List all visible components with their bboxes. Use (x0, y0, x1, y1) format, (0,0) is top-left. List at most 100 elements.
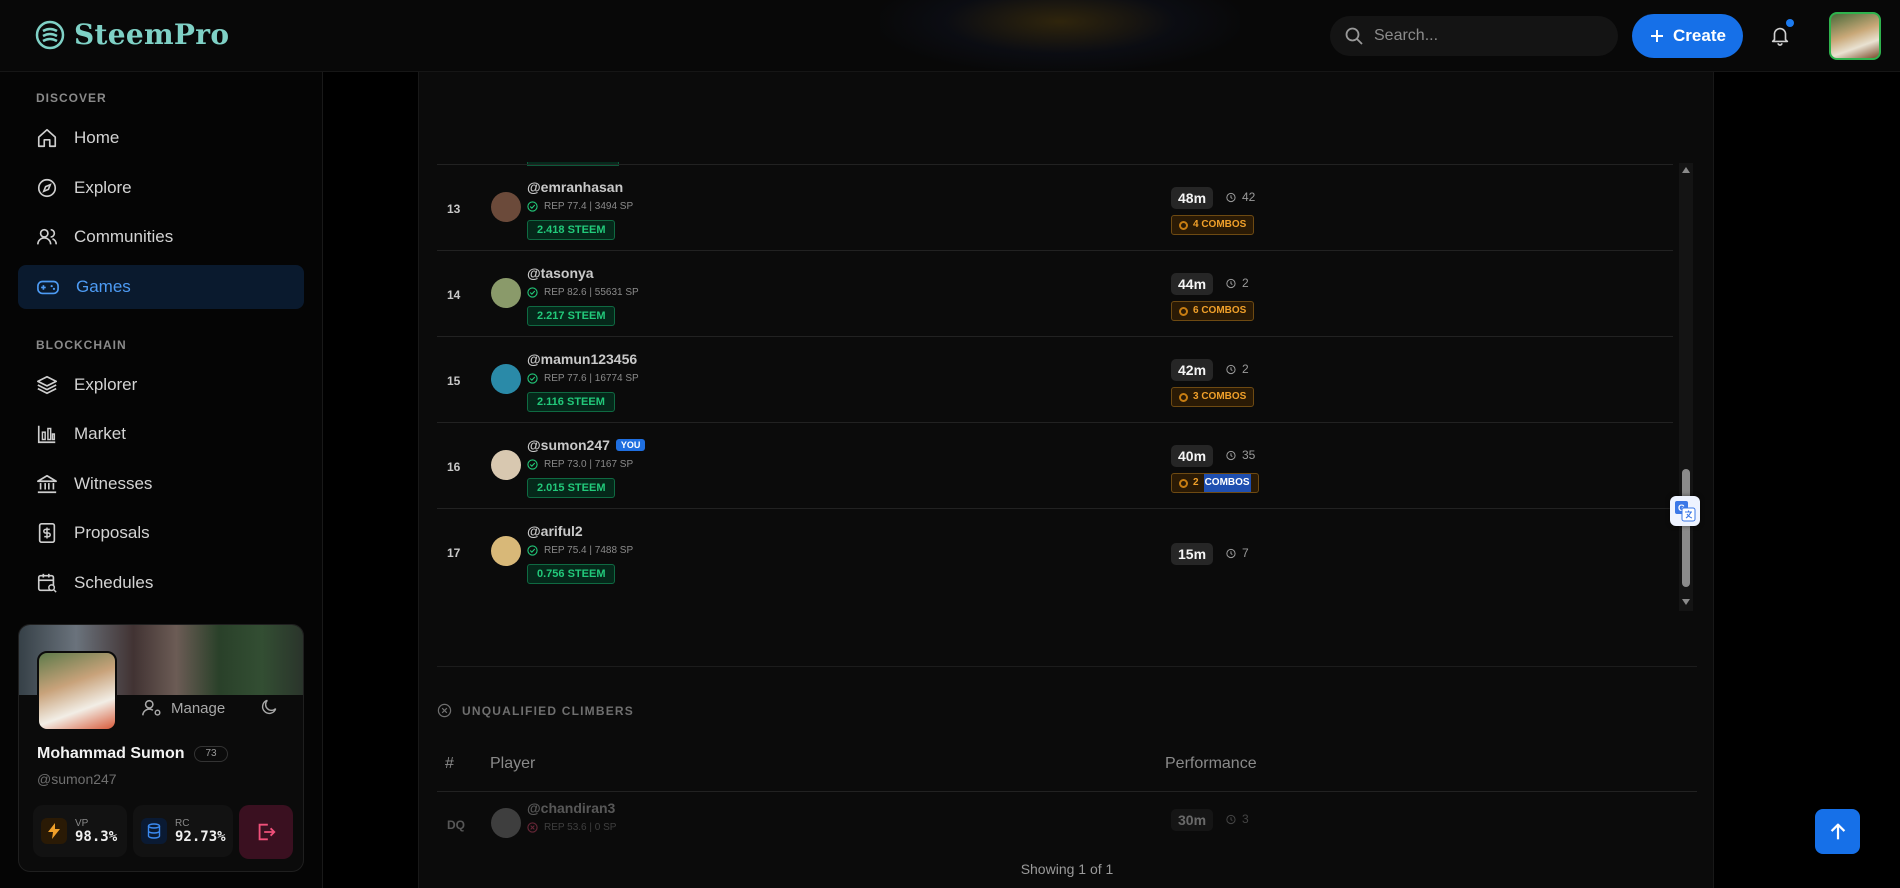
brand-logo[interactable]: SteemPro (34, 18, 229, 51)
search-input[interactable] (1374, 27, 1594, 45)
combo-icon (1179, 392, 1188, 402)
rank: 14 (447, 288, 461, 302)
unqualified-title-text: UNQUALIFIED CLIMBERS (462, 703, 634, 718)
combo-count: 2 (1193, 477, 1199, 488)
user-avatar-button[interactable] (1829, 12, 1881, 60)
combo-icon (1179, 478, 1188, 488)
plays-value: 42 (1242, 190, 1256, 204)
section-divider (437, 666, 1697, 667)
scroll-down-arrow[interactable] (1682, 599, 1690, 605)
sidebar-item-label: Market (74, 424, 126, 443)
scroll-up-arrow[interactable] (1682, 167, 1690, 173)
player-handle[interactable]: @ariful2 (527, 523, 583, 539)
player-avatar[interactable] (491, 364, 521, 394)
player-name[interactable]: @ariful2 (527, 523, 583, 539)
scroll-to-top-button[interactable] (1815, 809, 1860, 854)
player-name[interactable]: @sumon247 YOU (527, 437, 646, 453)
moon-icon[interactable] (259, 697, 279, 717)
player-name[interactable]: @mamun123456 (527, 351, 637, 367)
combo-text: 4 COMBOS (1193, 219, 1247, 230)
sidebar-item-schedules[interactable]: Schedules (18, 561, 304, 605)
notification-dot (1786, 19, 1794, 27)
brand-name: SteemPro (74, 18, 230, 51)
steem-reward-badge: 0.756 STEEM (527, 564, 616, 584)
history-icon (1226, 450, 1236, 460)
x-circle-icon (437, 703, 452, 718)
sidebar-item-communities[interactable]: Communities (18, 215, 304, 259)
create-label: Create (1673, 26, 1726, 45)
sidebar-item-explorer[interactable]: Explorer (18, 363, 304, 407)
time-pill: 30m (1171, 809, 1214, 831)
sidebar-item-home[interactable]: Home (18, 116, 304, 160)
logout-button[interactable] (239, 805, 293, 859)
unqualified-row[interactable]: DQ @chandiran3 REP 53.6 | 0 SP 30m 3 (437, 798, 1697, 858)
translate-icon: G (1675, 501, 1696, 522)
arrow-up-icon (1830, 823, 1845, 839)
dollar-doc-icon (38, 523, 56, 543)
compass-icon (37, 178, 57, 198)
player-meta: REP 75.4 | 7488 SP (527, 545, 633, 556)
search-box[interactable] (1330, 16, 1618, 56)
player-avatar[interactable] (491, 808, 521, 838)
scroll-thumb[interactable] (1682, 469, 1690, 587)
leaderboard-row[interactable]: 13 @emranhasan REP 77.4 | 3494 SP 2.418 … (437, 164, 1673, 250)
player-avatar[interactable] (491, 192, 521, 222)
manage-button[interactable]: Manage (141, 697, 225, 719)
rank: 15 (447, 374, 461, 388)
translate-button[interactable]: G (1670, 496, 1700, 526)
player-name[interactable]: @emranhasan (527, 179, 623, 195)
sidebar-item-games[interactable]: Games (18, 265, 304, 309)
create-button[interactable]: Create (1632, 14, 1743, 58)
leaderboard-row-current-user[interactable]: 16 @sumon247 YOU REP 73.0 | 7167 SP 2.01… (437, 422, 1673, 508)
notifications-button[interactable] (1766, 19, 1794, 49)
player-name[interactable]: @tasonya (527, 265, 594, 281)
column-header-performance: Performance (1165, 755, 1257, 772)
rank: 16 (447, 460, 461, 474)
combo-badge: 4 COMBOS (1171, 215, 1255, 235)
rc-value: 92.73% (175, 828, 226, 845)
rank: DQ (447, 818, 465, 832)
profile-avatar[interactable] (37, 651, 117, 731)
player-avatar[interactable] (491, 450, 521, 480)
player-handle[interactable]: @mamun123456 (527, 351, 637, 367)
vp-value: 98.3% (75, 828, 118, 845)
leaderboard-scrollbar[interactable] (1679, 163, 1693, 611)
rep-sp-text: REP 77.4 | 3494 SP (544, 201, 634, 212)
bank-icon (37, 474, 57, 494)
sidebar-item-proposals[interactable]: Proposals (18, 511, 304, 555)
manage-label: Manage (171, 699, 226, 717)
sidebar-item-market[interactable]: Market (18, 412, 304, 456)
you-badge: YOU (615, 439, 646, 451)
time-pill: 48m (1171, 187, 1214, 209)
steem-reward-badge: 2.015 STEEM (527, 478, 616, 498)
plays-count: 42 (1225, 190, 1255, 204)
history-icon (1226, 364, 1236, 374)
steempro-logo-icon (35, 20, 65, 49)
combo-badge: 6 COMBOS (1171, 301, 1255, 321)
rc-stat: RC 92.73% (133, 805, 233, 857)
player-meta: REP 77.6 | 16774 SP (527, 373, 639, 384)
leaderboard-row[interactable]: 15 @mamun123456 REP 77.6 | 16774 SP 2.11… (437, 336, 1673, 422)
leaderboard-row[interactable]: 14 @tasonya REP 82.6 | 55631 SP 2.217 ST… (437, 250, 1673, 336)
leaderboard-list[interactable]: 13 @emranhasan REP 77.4 | 3494 SP 2.418 … (437, 162, 1677, 612)
user-settings-icon (142, 699, 161, 716)
sidebar-item-label: Schedules (74, 573, 154, 592)
player-handle[interactable]: @chandiran3 (527, 800, 615, 816)
sidebar-item-witnesses[interactable]: Witnesses (18, 462, 304, 506)
plays-count: 2 (1225, 276, 1249, 290)
steem-reward-badge: 2.418 STEEM (527, 220, 616, 240)
player-handle[interactable]: @sumon247 (527, 437, 610, 453)
player-avatar[interactable] (491, 536, 521, 566)
rep-sp-text: REP 82.6 | 55631 SP (544, 287, 639, 298)
leaderboard-row[interactable]: 17 @ariful2 REP 75.4 | 7488 SP 0.756 STE… (437, 508, 1673, 594)
column-header-player: Player (490, 755, 536, 772)
combo-icon (1179, 220, 1188, 230)
player-avatar[interactable] (491, 278, 521, 308)
check-circle-icon (527, 201, 538, 212)
player-meta: REP 77.4 | 3494 SP (527, 201, 633, 212)
player-handle[interactable]: @tasonya (527, 265, 594, 281)
player-name[interactable]: @chandiran3 (527, 800, 615, 816)
sidebar-item-explore[interactable]: Explore (18, 166, 304, 210)
player-handle[interactable]: @emranhasan (527, 179, 623, 195)
column-header-rank: # (445, 755, 454, 772)
